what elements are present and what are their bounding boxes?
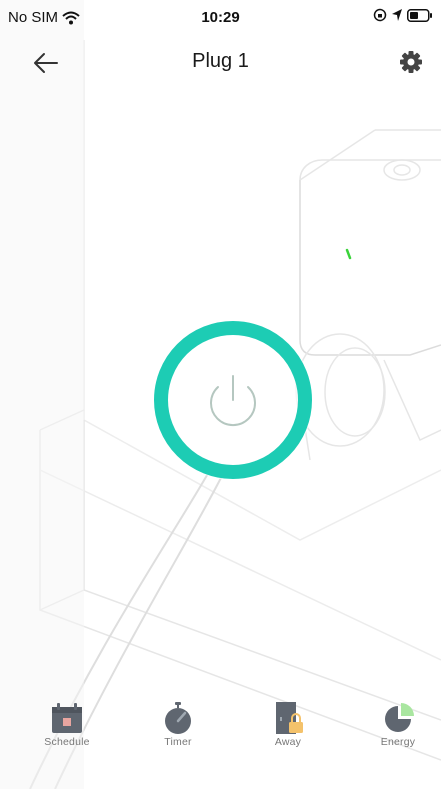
status-bar: No SIM 10:29: [0, 0, 441, 34]
power-toggle-button[interactable]: [153, 320, 313, 480]
timer-button[interactable]: Timer: [138, 688, 218, 748]
stopwatch-icon: [165, 702, 191, 734]
door-lock-icon: [276, 702, 303, 734]
away-label: Away: [274, 736, 302, 748]
status-right: [373, 8, 433, 22]
page-title: Plug 1: [192, 50, 249, 72]
calendar-icon: [52, 703, 82, 733]
timer-label: Timer: [164, 736, 192, 748]
settings-button[interactable]: [395, 46, 427, 78]
lock-rotation-icon: [373, 8, 387, 22]
gear-icon: [400, 51, 422, 73]
power-ring: [153, 320, 313, 480]
pie-chart-icon: [385, 703, 414, 732]
away-button[interactable]: Away: [248, 688, 328, 748]
nav-bar: Plug 1: [0, 34, 441, 90]
led-indicator: [345, 248, 352, 260]
schedule-button[interactable]: Schedule: [27, 688, 107, 748]
location-icon: [392, 9, 402, 21]
battery-icon: [407, 8, 432, 22]
schedule-label: Schedule: [44, 736, 90, 748]
feature-toolbar: Schedule Timer Away Energy: [0, 688, 441, 768]
energy-button[interactable]: Energy: [358, 688, 438, 748]
energy-label: Energy: [380, 736, 416, 748]
